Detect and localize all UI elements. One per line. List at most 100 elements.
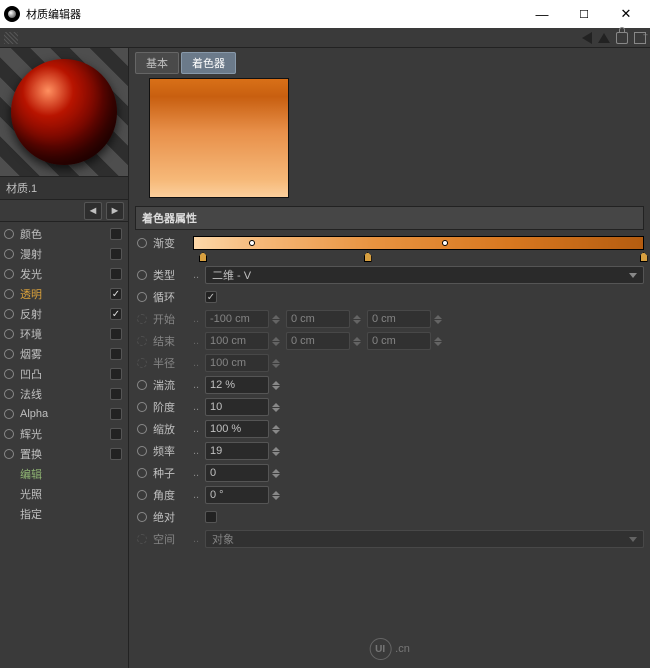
new-window-icon[interactable]: + <box>634 32 646 44</box>
gradient-editor[interactable] <box>193 236 644 250</box>
properties-panel: 基本 着色器 着色器属性 渐变 类型.. 二维 - V 循环 ✓ <box>128 48 650 668</box>
channel-color[interactable]: 颜色 <box>18 226 106 242</box>
radio-icon[interactable] <box>4 349 14 359</box>
channel-alpha[interactable]: Alpha <box>18 408 106 420</box>
nav-right-button[interactable]: ► <box>106 202 124 220</box>
channel-luminance[interactable]: 发光 <box>18 266 106 282</box>
watermark-logo: UI <box>369 638 391 660</box>
label-scale: 缩放 <box>153 421 189 437</box>
channel-fog[interactable]: 烟雾 <box>18 346 106 362</box>
scale-input[interactable]: 100 % <box>205 420 269 438</box>
label-octaves: 阶度 <box>153 399 189 415</box>
spinner-icon[interactable] <box>272 486 282 504</box>
anim-dot[interactable] <box>137 292 147 302</box>
label-seed: 种子 <box>153 465 189 481</box>
gradient-handle[interactable] <box>249 240 255 246</box>
material-preview[interactable] <box>0 48 128 176</box>
end-x-input: 100 cm <box>205 332 269 350</box>
spinner-icon[interactable] <box>272 398 282 416</box>
radio-icon[interactable] <box>4 269 14 279</box>
radio-icon[interactable] <box>4 369 14 379</box>
radio-icon[interactable] <box>4 289 14 299</box>
minimize-button[interactable]: — <box>530 2 554 26</box>
spinner-icon <box>353 310 363 328</box>
channel-bump[interactable]: 凹凸 <box>18 366 106 382</box>
gradient-handle[interactable] <box>442 240 448 246</box>
channel-glow[interactable]: 辉光 <box>18 426 106 442</box>
gradient-knot[interactable] <box>199 252 207 262</box>
anim-dot[interactable] <box>137 270 147 280</box>
texture-preview[interactable] <box>149 78 289 198</box>
anim-dot[interactable] <box>137 512 147 522</box>
channel-transparency[interactable]: 透明 <box>18 286 106 302</box>
checkbox[interactable] <box>110 348 122 360</box>
nav-up-icon[interactable] <box>598 33 610 43</box>
nav-prev-icon[interactable] <box>464 32 592 44</box>
anim-dot[interactable] <box>137 468 147 478</box>
watermark: UI .cn <box>369 638 410 660</box>
radio-icon[interactable] <box>4 429 14 439</box>
checkbox[interactable] <box>110 228 122 240</box>
type-dropdown[interactable]: 二维 - V <box>205 266 644 284</box>
checkbox[interactable] <box>110 428 122 440</box>
end-z-input: 0 cm <box>367 332 431 350</box>
anim-dot[interactable] <box>137 424 147 434</box>
channel-diffuse[interactable]: 漫射 <box>18 246 106 262</box>
anim-dot[interactable] <box>137 490 147 500</box>
watermark-text: .cn <box>395 643 410 655</box>
anim-dot[interactable] <box>137 402 147 412</box>
channel-normal[interactable]: 法线 <box>18 386 106 402</box>
octaves-input[interactable]: 10 <box>205 398 269 416</box>
spinner-icon[interactable] <box>272 464 282 482</box>
gradient-knot[interactable] <box>364 252 372 262</box>
checkbox[interactable] <box>110 408 122 420</box>
title-bar: 材质编辑器 — ☐ ✕ <box>0 0 650 28</box>
radio-icon[interactable] <box>4 449 14 459</box>
cycle-checkbox[interactable]: ✓ <box>205 291 217 303</box>
checkbox[interactable] <box>110 388 122 400</box>
item-edit[interactable]: 编辑 <box>18 466 122 482</box>
anim-dot <box>137 314 147 324</box>
checkbox[interactable] <box>110 368 122 380</box>
checkbox[interactable] <box>110 328 122 340</box>
maximize-button[interactable]: ☐ <box>572 2 596 26</box>
tab-basic[interactable]: 基本 <box>135 52 179 74</box>
anim-dot[interactable] <box>137 446 147 456</box>
frequency-input[interactable]: 19 <box>205 442 269 460</box>
nav-left-button[interactable]: ◄ <box>84 202 102 220</box>
lock-icon[interactable] <box>616 32 628 44</box>
tab-shader[interactable]: 着色器 <box>181 52 236 74</box>
spinner-icon[interactable] <box>272 420 282 438</box>
spinner-icon[interactable] <box>272 442 282 460</box>
absolute-checkbox[interactable] <box>205 511 217 523</box>
radio-icon[interactable] <box>4 309 14 319</box>
radio-icon[interactable] <box>4 389 14 399</box>
angle-input[interactable]: 0 ° <box>205 486 269 504</box>
turbulence-input[interactable]: 12 % <box>205 376 269 394</box>
seed-input[interactable]: 0 <box>205 464 269 482</box>
item-illumination[interactable]: 光照 <box>18 486 122 502</box>
checkbox[interactable]: ✓ <box>110 308 122 320</box>
item-assign[interactable]: 指定 <box>18 506 122 522</box>
anim-dot[interactable] <box>137 380 147 390</box>
close-button[interactable]: ✕ <box>614 2 638 26</box>
gradient-knot[interactable] <box>640 252 648 262</box>
anim-dot <box>137 534 147 544</box>
spinner-icon[interactable] <box>272 376 282 394</box>
channel-displacement[interactable]: 置换 <box>18 446 106 462</box>
start-z-input: 0 cm <box>367 310 431 328</box>
channel-reflection[interactable]: 反射 <box>18 306 106 322</box>
channel-environment[interactable]: 环境 <box>18 326 106 342</box>
radio-icon[interactable] <box>4 329 14 339</box>
radio-icon[interactable] <box>4 249 14 259</box>
radio-icon[interactable] <box>4 229 14 239</box>
material-name[interactable]: 材质.1 <box>0 176 128 200</box>
space-dropdown: 对象 <box>205 530 644 548</box>
checkbox[interactable] <box>110 448 122 460</box>
label-end: 结束 <box>153 333 189 349</box>
checkbox[interactable] <box>110 248 122 260</box>
anim-dot[interactable] <box>137 238 147 248</box>
checkbox[interactable]: ✓ <box>110 288 122 300</box>
checkbox[interactable] <box>110 268 122 280</box>
radio-icon[interactable] <box>4 409 14 419</box>
